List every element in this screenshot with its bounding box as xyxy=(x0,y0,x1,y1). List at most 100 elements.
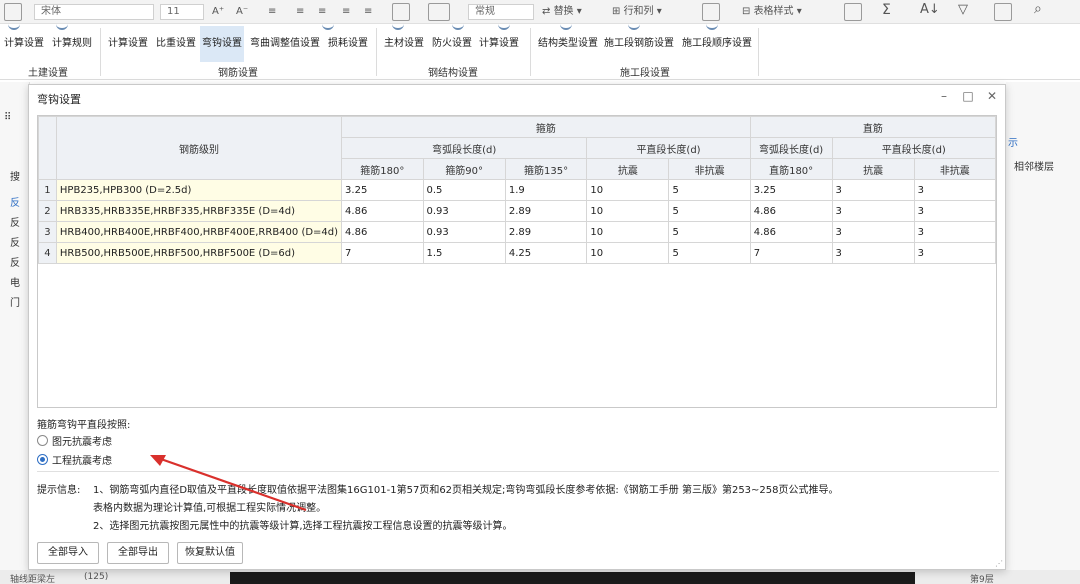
filter-icon[interactable]: ▽ xyxy=(958,2,968,18)
font-grow-icon[interactable]: A⁺ xyxy=(212,4,224,20)
table-style-button[interactable]: ⊟ 表格样式 ▾ xyxy=(742,4,802,20)
value-cell[interactable]: 0.93 xyxy=(422,221,506,243)
value-cell[interactable]: 5 xyxy=(668,200,751,222)
format-toolbar: 宋体 11 A⁺ A⁻ ≡ ≡ ≡ ≡ ≡ 常规 ⇄ 替换 ▾ ⊞ 行和列 ▾ … xyxy=(0,0,1080,24)
grade-cell[interactable]: HRB500,HRB500E,HRBF500,HRBF500E (D=6d) xyxy=(55,242,343,264)
background-left-panel: ⠿ 搜 反 反 反 反 电 门 xyxy=(0,82,30,584)
sum-icon[interactable]: Σ xyxy=(882,2,891,18)
freeze-icon[interactable] xyxy=(994,3,1012,21)
value-cell[interactable]: 4.86 xyxy=(341,200,424,222)
cell-border-icon[interactable] xyxy=(392,3,410,21)
minimize-icon[interactable]: – xyxy=(937,89,951,103)
restore-defaults-button[interactable]: 恢复默认值 xyxy=(177,542,243,564)
align-distributed-icon[interactable]: ≡ xyxy=(364,4,372,20)
value-cell[interactable]: 7 xyxy=(341,242,424,264)
align-center-icon[interactable]: ≡ xyxy=(296,4,304,20)
import-all-button[interactable]: 全部导入 xyxy=(37,542,99,564)
ribbon-hook-settings[interactable]: 弯钩设置 xyxy=(200,26,244,62)
panel-item[interactable]: 门 xyxy=(10,294,20,309)
ribbon-loss-settings[interactable]: 损耗设置 xyxy=(326,34,370,54)
font-size-select[interactable]: 11 xyxy=(160,4,204,20)
ribbon-steel-calc-settings[interactable]: 计算设置 xyxy=(477,34,521,54)
table-row: 2 HRB335,HRB335E,HRBF335,HRBF335E (D=4d)… xyxy=(38,200,997,222)
ribbon-separator xyxy=(376,28,377,76)
style-select[interactable]: 常规 xyxy=(468,4,534,20)
value-cell[interactable]: 3 xyxy=(831,242,915,264)
value-cell[interactable]: 3 xyxy=(913,221,997,243)
value-cell[interactable]: 0.5 xyxy=(422,179,506,201)
value-cell[interactable]: 3 xyxy=(831,221,915,243)
value-cell[interactable]: 3 xyxy=(831,200,915,222)
panel-item[interactable]: 反 xyxy=(10,194,20,209)
value-cell[interactable]: 0.93 xyxy=(422,200,506,222)
radio-button[interactable] xyxy=(37,434,48,446)
row-col-button[interactable]: ⊞ 行和列 ▾ xyxy=(612,4,662,20)
radio-button-checked[interactable] xyxy=(37,453,48,465)
value-cell[interactable]: 10 xyxy=(586,221,670,243)
value-cell[interactable]: 5 xyxy=(668,242,751,264)
insert-table-icon[interactable] xyxy=(702,3,720,21)
header-grade: 钢筋级别 xyxy=(55,116,343,180)
status-count: (125) xyxy=(84,572,109,582)
ribbon-structure-type-settings[interactable]: 结构类型设置 xyxy=(536,34,600,54)
maximize-icon[interactable]: □ xyxy=(961,89,975,103)
value-cell[interactable]: 3.25 xyxy=(341,179,424,201)
value-cell[interactable]: 10 xyxy=(586,179,670,201)
value-cell[interactable]: 1.5 xyxy=(422,242,506,264)
grade-cell[interactable]: HRB335,HRB335E,HRBF335,HRBF335E (D=4d) xyxy=(55,200,343,222)
ribbon-separator xyxy=(530,28,531,76)
panel-item[interactable]: 反 xyxy=(10,214,20,229)
value-cell[interactable]: 3 xyxy=(913,179,997,201)
toolbar-icon[interactable] xyxy=(4,3,22,21)
text-box-icon[interactable] xyxy=(844,3,862,21)
grade-cell[interactable]: HPB235,HPB300 (D=2.5d) xyxy=(55,179,343,201)
panel-item[interactable]: 电 xyxy=(10,274,20,289)
right-panel-tab[interactable]: 示 xyxy=(1008,134,1018,149)
ribbon-bend-adjust-settings[interactable]: 弯曲调整值设置 xyxy=(248,34,322,54)
radio-element-seismic[interactable]: 图元抗震考虑 xyxy=(37,433,112,448)
radio-project-seismic[interactable]: 工程抗震考虑 xyxy=(37,452,112,467)
ribbon-density-settings[interactable]: 比重设置 xyxy=(154,34,198,54)
value-cell[interactable]: 3.25 xyxy=(749,179,833,201)
grade-cell[interactable]: HRB400,HRB400E,HRBF400,HRBF400E,RRB400 (… xyxy=(55,221,343,243)
ribbon-section-order-settings[interactable]: 施工段顺序设置 xyxy=(680,34,754,54)
value-cell[interactable]: 4.86 xyxy=(749,200,833,222)
ribbon-calc-rules[interactable]: 计算规则 xyxy=(50,34,94,54)
ribbon-rebar-calc-settings[interactable]: 计算设置 xyxy=(106,34,150,54)
align-right-icon[interactable]: ≡ xyxy=(318,4,326,20)
font-shrink-icon[interactable]: A⁻ xyxy=(236,4,248,20)
value-cell[interactable]: 3 xyxy=(913,200,997,222)
ribbon-fireproof-settings[interactable]: 防火设置 xyxy=(430,34,474,54)
hook-settings-grid: 钢筋级别 箍筋 直筋 弯弧段长度(d) 平直段长度(d) 弯弧段长度(d) 平直… xyxy=(37,115,997,408)
value-cell[interactable]: 10 xyxy=(586,200,670,222)
close-icon[interactable]: ✕ xyxy=(985,89,999,103)
panel-item[interactable]: 反 xyxy=(10,254,20,269)
ribbon-section-rebar-settings[interactable]: 施工段钢筋设置 xyxy=(602,34,676,54)
export-all-button[interactable]: 全部导出 xyxy=(107,542,169,564)
font-select[interactable]: 宋体 xyxy=(34,4,154,20)
merge-cells-icon[interactable] xyxy=(428,3,450,21)
value-cell[interactable]: 1.9 xyxy=(504,179,588,201)
value-cell[interactable]: 7 xyxy=(749,242,833,264)
hint-line-1: 1、钢筋弯弧内直径D取值及平直段长度取值依据平法图集16G101-1第57页和6… xyxy=(93,485,839,496)
value-cell[interactable]: 5 xyxy=(668,221,751,243)
ribbon-civil-calc-settings[interactable]: 计算设置 xyxy=(2,34,46,54)
value-cell[interactable]: 2.89 xyxy=(504,221,588,243)
value-cell[interactable]: 2.89 xyxy=(504,200,588,222)
align-left-icon[interactable]: ≡ xyxy=(268,4,276,20)
panel-item[interactable]: 反 xyxy=(10,234,20,249)
resize-grip-icon[interactable]: ⋰ xyxy=(995,559,1003,568)
replace-button[interactable]: ⇄ 替换 ▾ xyxy=(542,4,582,20)
value-cell[interactable]: 10 xyxy=(586,242,670,264)
value-cell[interactable]: 3 xyxy=(913,242,997,264)
value-cell[interactable]: 3 xyxy=(831,179,915,201)
value-cell[interactable]: 5 xyxy=(668,179,751,201)
ribbon-main-material-settings[interactable]: 主材设置 xyxy=(382,34,426,54)
sort-icon[interactable]: A↓ xyxy=(920,2,940,18)
search-icon[interactable]: ⌕ xyxy=(1034,1,1042,17)
value-cell[interactable]: 4.86 xyxy=(749,221,833,243)
align-justify-icon[interactable]: ≡ xyxy=(342,4,350,20)
value-cell[interactable]: 4.86 xyxy=(341,221,424,243)
value-cell[interactable]: 4.25 xyxy=(504,242,588,264)
ribbon-icon-stub xyxy=(498,24,510,30)
